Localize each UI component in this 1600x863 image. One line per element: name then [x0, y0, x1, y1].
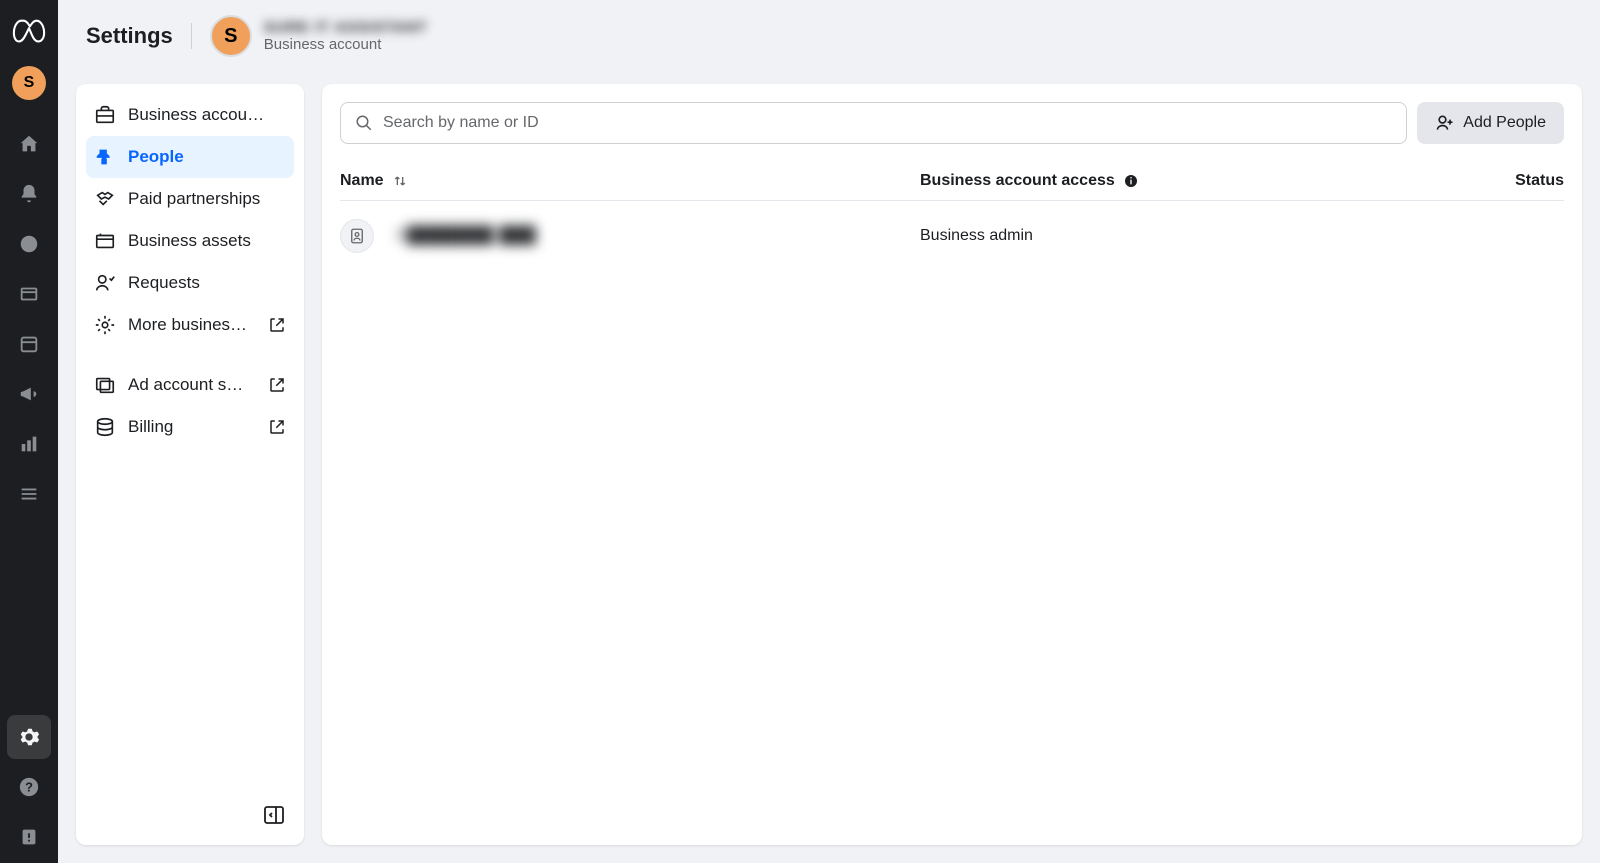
- page-header: Settings S SURE IT ASSISTANT Business ac…: [58, 0, 1600, 72]
- rail-insights[interactable]: [7, 422, 51, 466]
- table-header: Name Business account access Status: [340, 162, 1564, 201]
- search-box[interactable]: [340, 102, 1407, 144]
- info-icon[interactable]: [1123, 173, 1139, 189]
- meta-logo-icon: [12, 15, 46, 49]
- column-status: Status: [1340, 172, 1564, 190]
- bell-icon: [18, 183, 40, 205]
- sidebar-item-paid-partnerships[interactable]: Paid partnerships: [86, 178, 294, 220]
- sidebar-item-more-business[interactable]: More busines…: [86, 304, 294, 346]
- people-icon: [94, 146, 116, 168]
- account-name: SURE IT ASSISTANT: [264, 19, 428, 36]
- rail-notifications[interactable]: [7, 172, 51, 216]
- account-avatar: S: [210, 15, 252, 57]
- column-name[interactable]: Name: [340, 172, 920, 190]
- person-avatar: [340, 219, 374, 253]
- sidebar-item-label: Billing: [128, 417, 256, 437]
- search-input[interactable]: [383, 114, 1392, 132]
- external-link-icon: [268, 376, 286, 394]
- collapse-sidebar-button[interactable]: [260, 801, 288, 829]
- gear-icon: [94, 314, 116, 336]
- requests-icon: [94, 272, 116, 294]
- rail-home[interactable]: [7, 122, 51, 166]
- sidebar-item-business-assets[interactable]: Business assets: [86, 220, 294, 262]
- sidebar-item-label: Requests: [128, 273, 286, 293]
- add-people-button[interactable]: Add People: [1417, 102, 1564, 144]
- rail-settings[interactable]: [7, 715, 51, 759]
- rail-account-avatar[interactable]: S: [12, 66, 46, 100]
- global-nav-rail: S ?: [0, 0, 58, 863]
- handshake-icon: [94, 188, 116, 210]
- sidebar-item-label: Business accou…: [128, 105, 286, 125]
- report-icon: [18, 826, 40, 848]
- sidebar-item-business-account[interactable]: Business accou…: [86, 94, 294, 136]
- column-access: Business account access: [920, 172, 1340, 190]
- card-icon: [18, 283, 40, 305]
- external-link-icon: [268, 418, 286, 436]
- svg-text:?: ?: [25, 780, 33, 795]
- sidebar-item-label: More busines…: [128, 315, 256, 335]
- gear-icon: [18, 726, 40, 748]
- chat-icon: [18, 233, 40, 255]
- add-button-label: Add People: [1463, 114, 1546, 132]
- help-icon: ?: [18, 776, 40, 798]
- external-link-icon: [268, 316, 286, 334]
- billing-icon: [94, 416, 116, 438]
- rail-all-tools[interactable]: [7, 472, 51, 516]
- home-icon: [18, 133, 40, 155]
- sidebar-item-label: Ad account s…: [128, 375, 256, 395]
- rail-help[interactable]: ?: [7, 765, 51, 809]
- megaphone-icon: [18, 383, 40, 405]
- add-person-icon: [1435, 113, 1455, 133]
- account-subtitle: Business account: [264, 36, 428, 53]
- ad-account-icon: [94, 374, 116, 396]
- meta-logo[interactable]: [11, 14, 47, 50]
- collapse-icon: [262, 803, 286, 827]
- bar-chart-icon: [18, 433, 40, 455]
- page-title: Settings: [86, 23, 192, 49]
- sidebar-item-people[interactable]: People: [86, 136, 294, 178]
- person-access: Business admin: [920, 227, 1033, 245]
- sort-icon: [392, 173, 408, 189]
- rail-calendar[interactable]: [7, 322, 51, 366]
- briefcase-icon: [94, 104, 116, 126]
- rail-report[interactable]: [7, 815, 51, 859]
- search-icon: [355, 114, 373, 132]
- id-badge-icon: [348, 227, 366, 245]
- calendar-icon: [18, 333, 40, 355]
- settings-sidebar: Business accou… People Paid partnerships…: [76, 84, 304, 845]
- content-panel: Add People Name Business account access: [322, 84, 1582, 845]
- menu-icon: [18, 483, 40, 505]
- table-row[interactable]: S███████ ███ Business admin: [340, 201, 1564, 271]
- person-name: S███████ ███: [396, 227, 536, 245]
- sidebar-item-label: Paid partnerships: [128, 189, 286, 209]
- assets-icon: [94, 230, 116, 252]
- rail-ads[interactable]: [7, 372, 51, 416]
- rail-messages[interactable]: [7, 222, 51, 266]
- account-switcher[interactable]: S SURE IT ASSISTANT Business account: [210, 15, 428, 57]
- rail-content[interactable]: [7, 272, 51, 316]
- sidebar-item-label: Business assets: [128, 231, 286, 251]
- sidebar-item-billing[interactable]: Billing: [86, 406, 294, 448]
- sidebar-item-ad-account-settings[interactable]: Ad account s…: [86, 364, 294, 406]
- sidebar-item-requests[interactable]: Requests: [86, 262, 294, 304]
- sidebar-item-label: People: [128, 147, 286, 167]
